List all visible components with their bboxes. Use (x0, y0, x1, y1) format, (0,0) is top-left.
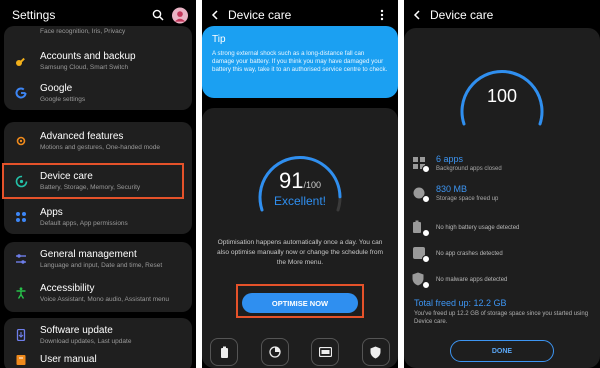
result-item-crashes: No app crashes detected (412, 246, 592, 263)
list-item-label: Accessibility (40, 282, 95, 294)
result-item-battery: No high battery usage detected (412, 220, 592, 237)
sidebar-item-accessibility[interactable]: Accessibility Voice Assistant, Mono audi… (4, 278, 192, 308)
page-title: Device care (430, 8, 494, 22)
list-item-label: Apps (40, 206, 63, 218)
score-status: Excellent! (273, 194, 327, 208)
settings-card-software: Software update Download updates, Last u… (4, 318, 192, 368)
score-panel: 91/100 Excellent! Optimisation happens a… (202, 108, 398, 368)
battery-icon[interactable] (210, 338, 238, 366)
result-value: 830 MB (436, 184, 468, 194)
result-panel: 100 6 apps Background apps closed 830 MB… (404, 28, 600, 368)
result-score: 100 (486, 86, 518, 106)
app-crash-check-icon (412, 246, 430, 263)
list-item-label: Accounts and backup (40, 50, 136, 62)
device-care-header: Device care (404, 0, 600, 30)
search-icon[interactable] (150, 7, 166, 23)
battery-check-icon (412, 220, 430, 237)
apps-closed-icon (412, 156, 430, 173)
result-sub: Background apps closed (436, 166, 502, 172)
list-item-sub: Google settings (40, 95, 86, 103)
score-value: 91/100 (202, 168, 398, 194)
malware-check-icon (412, 272, 430, 289)
sidebar-item-general-management[interactable]: General management Language and input, D… (4, 244, 192, 274)
tip-body: A strong external shock such as a long-d… (212, 50, 388, 73)
device-care-result-screen: Device care 100 6 apps Background apps c… (404, 0, 600, 368)
software-update-icon (14, 328, 28, 342)
sidebar-item-google[interactable]: Google Google settings (4, 78, 192, 108)
avatar[interactable] (172, 7, 188, 23)
list-item-label: User manual (40, 354, 97, 365)
check-badge-icon (422, 229, 430, 237)
check-badge-icon (422, 255, 430, 263)
device-care-screen: Device care Tip A strong external shock … (202, 0, 398, 368)
sidebar-item-user-manual[interactable]: User manual (4, 350, 192, 368)
result-text: No high battery usage detected (436, 225, 520, 231)
storage-freed-icon (412, 186, 430, 203)
list-item-sub: Voice Assistant, Mono audio, Assistant m… (40, 295, 169, 303)
result-sub: Storage space freed up (436, 196, 499, 202)
sliders-icon (14, 252, 28, 266)
accessibility-icon (14, 286, 28, 300)
list-item-sub: Motions and gestures, One-handed mode (40, 143, 160, 151)
check-badge-icon (422, 281, 430, 289)
sidebar-item-advanced-features[interactable]: Advanced features Motions and gestures, … (4, 126, 192, 156)
sidebar-item-apps[interactable]: Apps Default apps, App permissions (4, 202, 192, 232)
list-item-sub: Download updates, Last update (40, 337, 132, 345)
list-item-label: Advanced features (40, 130, 124, 142)
settings-screen: Settings Face recognition, Iris, Privacy… (0, 0, 196, 368)
category-tiles (210, 338, 390, 366)
list-item-sub: Language and input, Date and time, Reset (40, 261, 163, 269)
settings-card-general: General management Language and input, D… (4, 242, 192, 312)
tip-title: Tip (212, 34, 226, 45)
more-options-icon[interactable] (374, 7, 390, 23)
memory-icon[interactable] (311, 338, 340, 366)
result-item-storage: 830 MB Storage space freed up (412, 184, 592, 203)
sidebar-item-accounts-backup[interactable]: Accounts and backup Samsung Cloud, Smart… (4, 46, 192, 76)
apps-grid-icon (14, 210, 28, 224)
list-item-sub: Face recognition, Iris, Privacy (40, 27, 126, 35)
security-icon[interactable] (361, 338, 390, 366)
page-title: Settings (12, 8, 56, 22)
check-badge-icon (422, 164, 430, 173)
list-item-label: General management (40, 248, 137, 260)
back-arrow-icon[interactable] (210, 7, 224, 23)
sidebar-item-software-update[interactable]: Software update Download updates, Last u… (4, 320, 192, 350)
key-icon (14, 54, 28, 68)
result-text: No app crashes detected (436, 251, 503, 257)
user-manual-icon (14, 353, 28, 367)
google-icon (14, 86, 28, 100)
list-item-label: Software update (40, 324, 113, 336)
optimisation-description: Optimisation happens automatically once … (216, 239, 384, 266)
total-freed-description: You've freed up 12.2 GB of storage space… (414, 311, 589, 325)
back-arrow-icon[interactable] (412, 7, 426, 23)
list-item-sub: Samsung Cloud, Smart Switch (40, 63, 129, 71)
result-item-malware: No malware apps detected (412, 272, 592, 289)
optimise-highlight (236, 284, 364, 318)
device-care-highlight (2, 163, 184, 199)
score-max: /100 (303, 180, 321, 190)
list-item-label: Google (40, 82, 73, 94)
done-button[interactable]: DONE (450, 340, 554, 362)
result-text: No malware apps detected (436, 277, 508, 283)
result-item-apps: 6 apps Background apps closed (412, 154, 592, 173)
tip-card: Tip A strong external shock such as a lo… (202, 26, 398, 98)
list-item[interactable]: Face recognition, Iris, Privacy (4, 24, 192, 38)
page-title: Device care (228, 8, 292, 22)
list-item-sub: Default apps, App permissions (40, 219, 128, 227)
result-value: 6 apps (436, 154, 464, 164)
settings-card-accounts: Face recognition, Iris, Privacy Accounts… (4, 26, 192, 110)
gear-plus-icon (14, 134, 28, 148)
check-badge-icon (422, 194, 430, 203)
score-number: 91 (278, 168, 304, 193)
storage-icon[interactable] (260, 338, 289, 366)
total-freed-title: Total freed up: 12.2 GB (414, 298, 507, 308)
